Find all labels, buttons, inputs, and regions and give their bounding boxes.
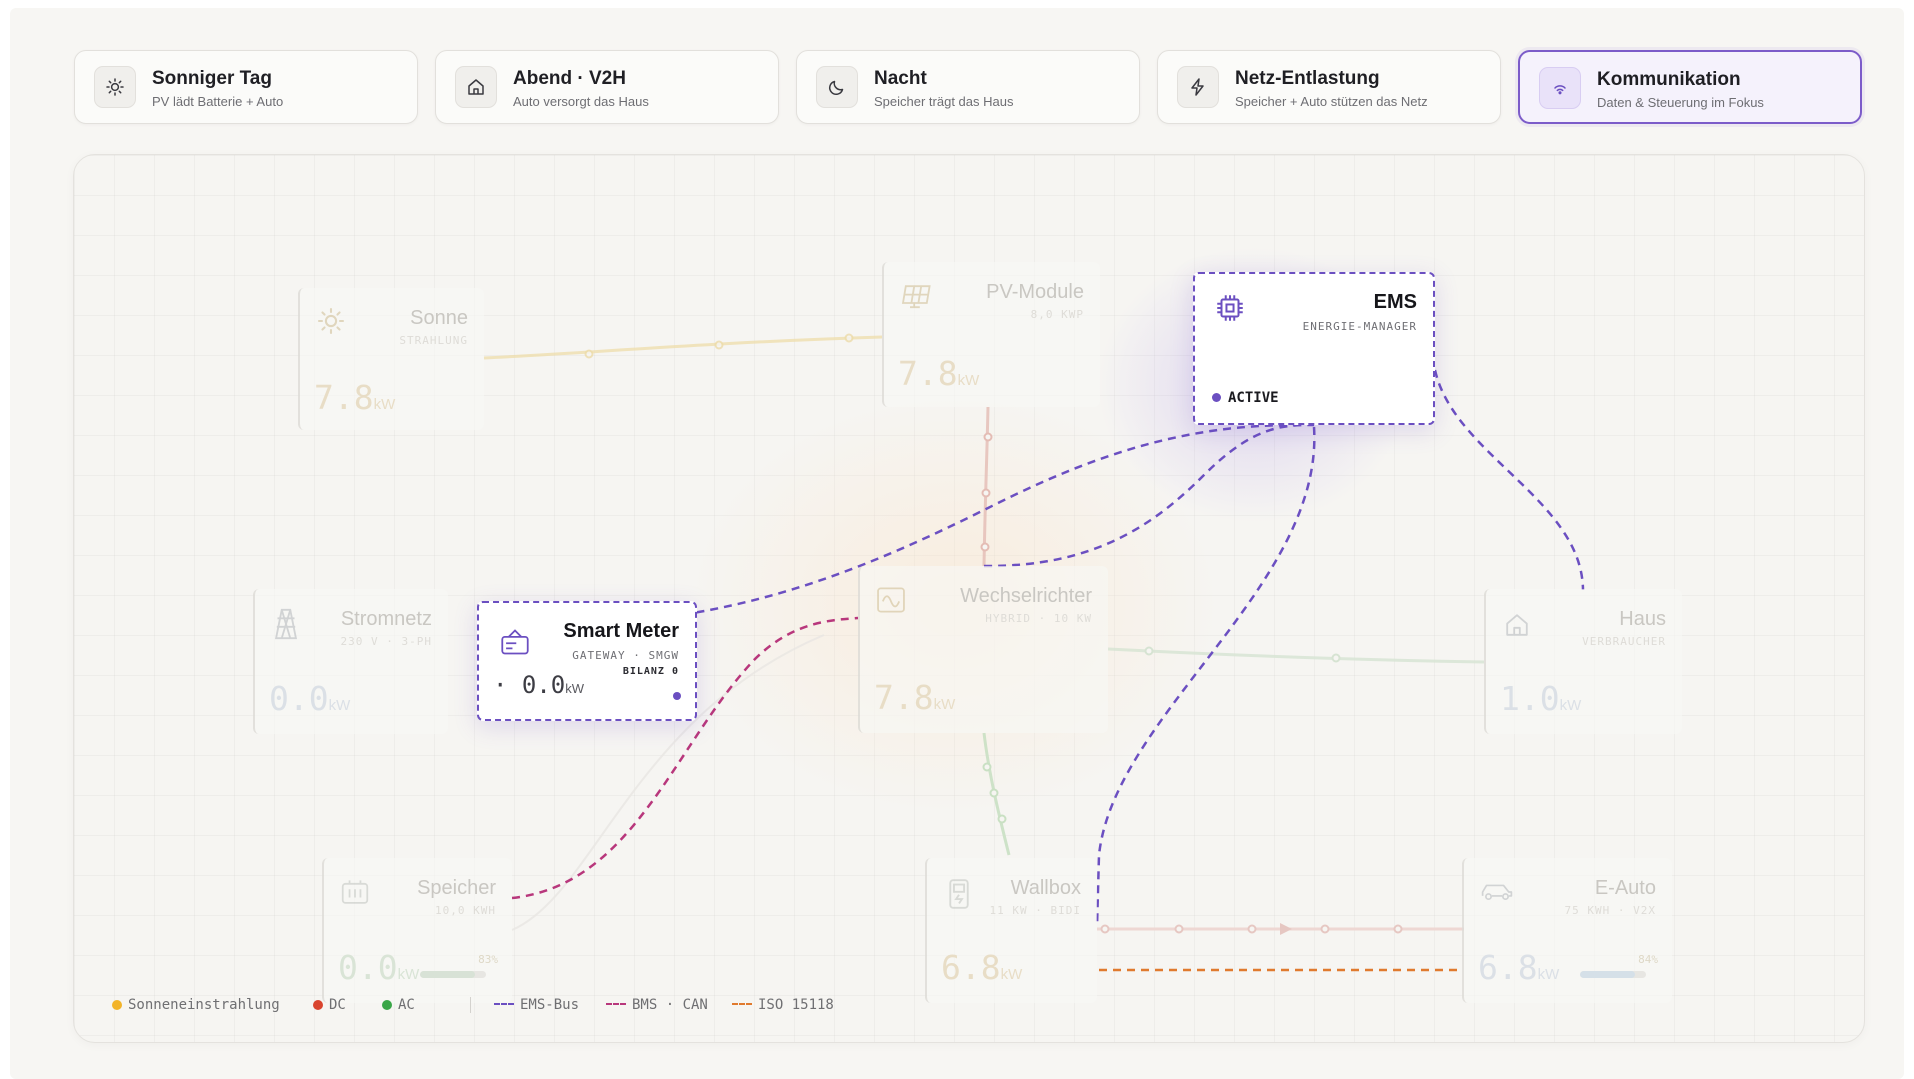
power-value: 1.0kW xyxy=(1500,679,1582,718)
node-name: Wechselrichter xyxy=(960,585,1092,607)
legend-swatch xyxy=(313,1000,323,1010)
tab-abend-v2h[interactable]: Abend · V2H Auto versorgt das Haus xyxy=(435,50,779,124)
node-name: Sonne xyxy=(410,307,468,329)
tab-title: Sonniger Tag xyxy=(152,68,272,89)
node-subtitle: GATEWAY · SMGW xyxy=(572,649,679,662)
moon-icon xyxy=(816,66,858,108)
node-wechselrichter[interactable]: Wechselrichter HYBRID · 10 KW 7.8kW xyxy=(858,566,1108,733)
tab-nacht[interactable]: Nacht Speicher trägt das Haus xyxy=(796,50,1140,124)
energy-flow-canvas: Sonne STRAHLUNG 7.8kW PV-Module 8,0 KWP … xyxy=(73,154,1865,1043)
home-icon xyxy=(455,66,497,108)
node-sonne[interactable]: Sonne STRAHLUNG 7.8kW xyxy=(298,288,484,430)
legend-swatch xyxy=(382,1000,392,1010)
tab-subtitle: Daten & Steuerung im Fokus xyxy=(1597,95,1764,110)
battery-icon xyxy=(341,880,369,904)
charger-icon xyxy=(949,879,969,909)
node-name: PV-Module xyxy=(986,281,1084,303)
power-value: 6.8kW xyxy=(1478,948,1560,987)
node-wallbox[interactable]: Wallbox 11 KW · BIDI 6.8kW xyxy=(925,858,1097,1003)
power-value: 7.8kW xyxy=(874,678,956,717)
node-pv-module[interactable]: PV-Module 8,0 KWP 7.8kW xyxy=(882,262,1100,407)
ems-bus-wechselrichter xyxy=(983,423,1315,568)
soc-bar xyxy=(420,971,486,978)
node-subtitle: 75 KWH · V2X xyxy=(1564,904,1656,917)
node-stromnetz[interactable]: Stromnetz 230 V · 3-PH 0.0kW xyxy=(253,589,448,734)
sun-icon xyxy=(317,307,345,335)
wifi-icon xyxy=(1539,67,1581,109)
lightning-icon xyxy=(1177,66,1219,108)
power-value: 7.8kW xyxy=(898,354,980,393)
flow-sonne-pv xyxy=(483,335,883,360)
status-badge: ACTIVE xyxy=(1212,390,1279,406)
legend-item: Sonneneinstrahlung xyxy=(112,997,280,1013)
node-e-auto[interactable]: E-Auto 75 KWH · V2X 6.8kW 84% xyxy=(1462,858,1672,1003)
node-name: E-Auto xyxy=(1594,877,1656,899)
node-ems[interactable]: EMS ENERGIE-MANAGER ACTIVE xyxy=(1193,272,1435,425)
node-subtitle: HYBRID · 10 KW xyxy=(985,612,1092,625)
power-value: · 0.0kW xyxy=(493,671,585,699)
node-name: Smart Meter xyxy=(563,620,679,642)
tab-title: Kommunikation xyxy=(1597,69,1741,90)
soc-label: 84% xyxy=(1638,953,1658,966)
balance-label: BILANZ 0 xyxy=(622,666,679,677)
soc-label: 83% xyxy=(478,953,498,966)
home-icon xyxy=(1506,614,1528,636)
node-subtitle: VERBRAUCHER xyxy=(1582,635,1666,648)
meter-icon xyxy=(501,629,529,655)
ems-bus-haus xyxy=(1433,369,1585,591)
sun-icon xyxy=(94,66,136,108)
car-icon xyxy=(1481,884,1513,901)
tab-subtitle: Speicher + Auto stützen das Netz xyxy=(1235,94,1428,109)
chip-icon xyxy=(1217,295,1243,321)
status-dot xyxy=(673,692,681,700)
tab-title: Abend · V2H xyxy=(513,68,626,89)
tab-title: Nacht xyxy=(874,68,927,89)
tab-sonniger-tag[interactable]: Sonniger Tag PV lädt Batterie + Auto xyxy=(74,50,418,124)
legend-item: EMS-Bus xyxy=(494,997,579,1013)
tab-subtitle: Auto versorgt das Haus xyxy=(513,94,649,109)
power-value: 0.0kW xyxy=(338,948,420,987)
node-subtitle: 230 V · 3-PH xyxy=(340,635,432,648)
legend-swatch xyxy=(606,1003,626,1005)
tab-subtitle: Speicher trägt das Haus xyxy=(874,94,1014,109)
power-pylon-icon xyxy=(274,608,298,640)
ems-bus-wallbox xyxy=(1095,426,1316,928)
solar-panel-icon xyxy=(901,285,931,309)
legend-swatch xyxy=(494,1003,514,1005)
power-value: 6.8kW xyxy=(941,948,1023,987)
node-name: Wallbox xyxy=(1010,877,1081,899)
legend-swatch xyxy=(732,1003,752,1005)
legend-item: AC xyxy=(382,997,415,1013)
legend-divider xyxy=(470,997,471,1013)
node-smart-meter[interactable]: Smart Meter GATEWAY · SMGW BILANZ 0 · 0.… xyxy=(477,601,697,721)
node-name: Haus xyxy=(1619,608,1666,630)
tab-subtitle: PV lädt Batterie + Auto xyxy=(152,94,284,109)
node-name: Speicher xyxy=(417,877,496,899)
node-subtitle: 10,0 KWH xyxy=(435,904,496,917)
legend-item: ISO 15118 xyxy=(732,997,834,1013)
tab-kommunikation[interactable]: Kommunikation Daten & Steuerung im Fokus xyxy=(1518,50,1862,124)
power-value: 7.8kW xyxy=(314,378,396,417)
node-subtitle: ENERGIE-MANAGER xyxy=(1302,320,1417,333)
inverter-icon xyxy=(877,587,905,613)
legend-item: BMS · CAN xyxy=(606,997,708,1013)
node-subtitle: STRAHLUNG xyxy=(399,334,468,347)
flow-wechselrichter-haus xyxy=(1107,647,1485,664)
node-subtitle: 11 KW · BIDI xyxy=(989,904,1081,917)
tab-netz-entlastung[interactable]: Netz-Entlastung Speicher + Auto stützen … xyxy=(1157,50,1501,124)
soc-bar xyxy=(1580,971,1646,978)
node-subtitle: 8,0 KWP xyxy=(1030,308,1084,321)
power-value: 0.0kW xyxy=(269,679,351,718)
node-speicher[interactable]: Speicher 10,0 KWH 0.0kW 83% xyxy=(322,858,512,1003)
legend-swatch xyxy=(112,1000,122,1010)
node-name: Stromnetz xyxy=(340,608,432,630)
legend-item: DC xyxy=(313,997,346,1013)
status-dot xyxy=(1212,393,1221,402)
node-name: EMS xyxy=(1373,291,1417,313)
flow-pv-wechselrichter xyxy=(982,406,990,567)
tab-title: Netz-Entlastung xyxy=(1235,68,1380,89)
node-haus[interactable]: Haus VERBRAUCHER 1.0kW xyxy=(1484,589,1682,734)
